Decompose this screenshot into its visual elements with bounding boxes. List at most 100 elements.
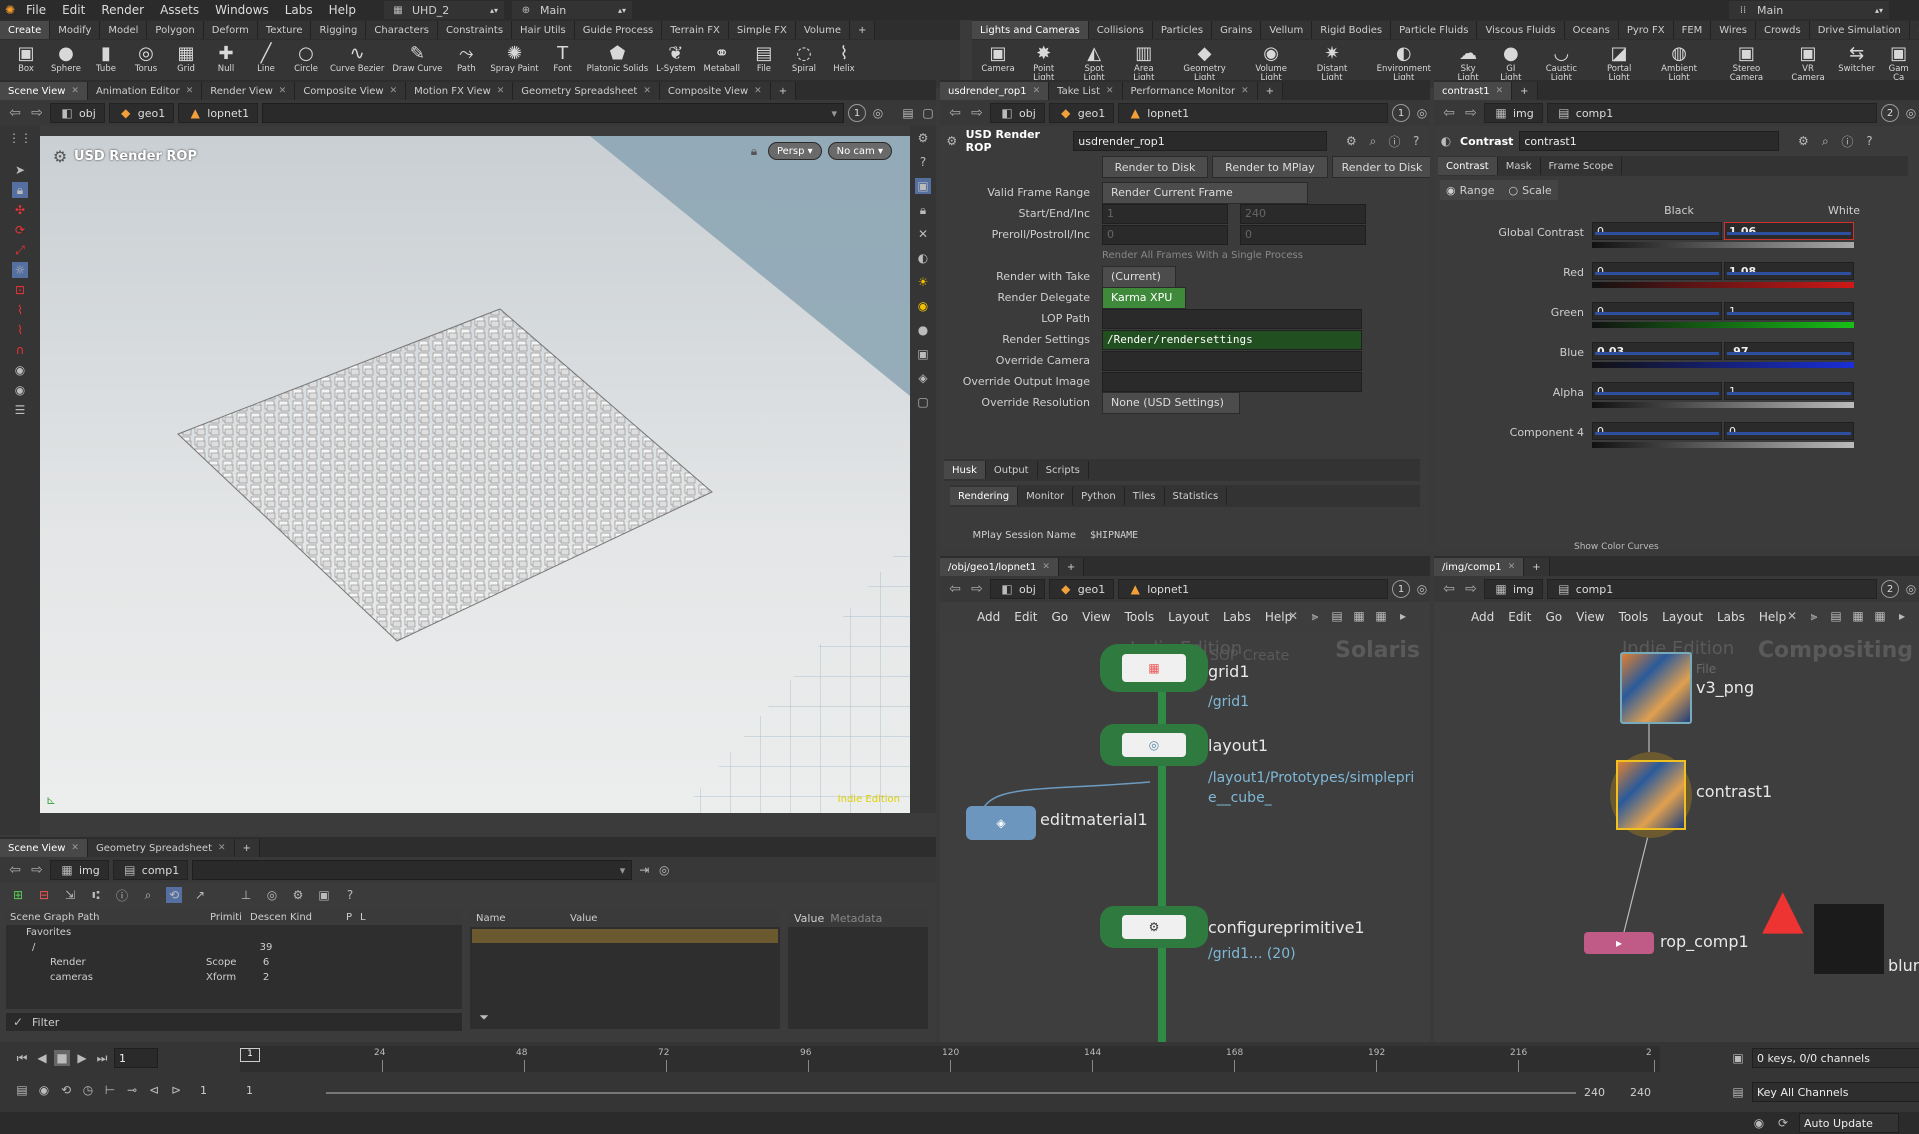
close-icon[interactable]: ✕ [497, 86, 505, 96]
stop-icon[interactable]: ■ [54, 1050, 70, 1066]
tool-torus[interactable]: ◎ Torus [126, 43, 166, 74]
white-slider[interactable] [1727, 432, 1851, 435]
shelf-tab-pyro-fx[interactable]: Pyro FX [1618, 21, 1674, 39]
list-icon[interactable]: ▤ [1828, 608, 1844, 624]
tool-gam-ca[interactable]: ▣ Gam Ca [1878, 43, 1919, 83]
tab-geometry-spreadsheet[interactable]: Geometry Spreadsheet ✕ [87, 839, 235, 857]
clock-icon[interactable]: ◷ [80, 1082, 96, 1098]
tool-font[interactable]: T Font [543, 43, 583, 74]
key-all-channels[interactable]: ▤ Key All Channels [1730, 1082, 1919, 1102]
shelf-tab-polygon[interactable]: Polygon [147, 21, 204, 39]
pin-icon[interactable]: ⇥ [636, 862, 652, 878]
node-blur[interactable] [1814, 904, 1884, 974]
close-icon[interactable]: ✕ [279, 86, 287, 96]
grid-icon[interactable]: ▦ [1351, 608, 1367, 624]
shelf-tab-characters[interactable]: Characters [366, 21, 438, 39]
node-configureprimitive1[interactable]: ⚙ [1100, 906, 1208, 948]
pose-icon[interactable]: ⊡ [12, 282, 28, 298]
compositing-canvas[interactable]: Indie Edition Compositing File v3_png co… [1434, 632, 1919, 1042]
white-field[interactable]: 1.08 [1724, 262, 1854, 280]
tab-scripts[interactable]: Scripts [1037, 461, 1089, 479]
white-slider[interactable] [1727, 312, 1851, 315]
key-icon[interactable]: ▣ [1730, 1050, 1746, 1066]
tab-mask[interactable]: Mask [1497, 157, 1541, 175]
ghost-icon[interactable]: ✕ [915, 226, 931, 242]
path-dropdown[interactable]: ▾ [192, 860, 633, 880]
param-value[interactable]: 0 [1102, 224, 1228, 245]
tool-sphere[interactable]: ● Sphere [46, 43, 86, 74]
black-slider[interactable] [1595, 272, 1719, 275]
paint-icon[interactable]: ⌇ [12, 322, 28, 338]
tool-environment-light[interactable]: ◐ Environment Light [1362, 43, 1445, 83]
shading-icon[interactable]: ◐ [915, 250, 931, 266]
net-menu-labs[interactable]: Labs [1710, 610, 1752, 624]
wrench-icon[interactable]: ✕ [1784, 608, 1800, 624]
tab-output[interactable]: Output [985, 461, 1038, 479]
menu-file[interactable]: File [18, 3, 54, 17]
desktop-selector[interactable]: ▦ UHD_2 ▴▾ [384, 1, 504, 19]
close-icon[interactable]: ✕ [218, 843, 226, 853]
net-menu-edit[interactable]: Edit [1007, 610, 1044, 624]
scale-radio[interactable]: ○ Scale [1508, 184, 1551, 197]
shelf-tab-hair-utils[interactable]: Hair Utils [512, 21, 575, 39]
tool-circle[interactable]: ○ Circle [286, 43, 326, 74]
param-value-2[interactable]: 240 [1240, 203, 1366, 224]
start-frame[interactable]: 1 [200, 1084, 240, 1097]
shelf-tab-constraints[interactable]: Constraints [437, 21, 513, 39]
net-menu-layout[interactable]: Layout [1655, 610, 1710, 624]
tool-sky-light[interactable]: ☁ Sky Light [1445, 43, 1490, 83]
tab-composite-view[interactable]: Composite View ✕ [295, 82, 407, 100]
thumb-icon[interactable]: ▦ [1373, 608, 1389, 624]
tree-row[interactable]: Favorites [6, 925, 462, 940]
tool-spot-light[interactable]: ◭ Spot Light [1069, 43, 1119, 83]
light-toggle-icon[interactable]: ☀ [915, 274, 931, 290]
tool-portal-light[interactable]: ◪ Portal Light [1592, 43, 1646, 83]
col-scene-graph-path[interactable]: Scene Graph Path [6, 912, 206, 923]
tool-null[interactable]: ✚ Null [206, 43, 246, 74]
add-tab-button[interactable]: + [1058, 558, 1085, 576]
path-crumb-geo1[interactable]: ◆ geo1 [108, 103, 175, 123]
path-crumb-geo1[interactable]: ◆ geo1 [1048, 103, 1115, 123]
add-tab-button[interactable]: + [770, 82, 797, 100]
menu-edit[interactable]: Edit [54, 3, 93, 17]
show-color-curves-button[interactable]: Show Color Curves [1574, 542, 1659, 550]
tree-row[interactable]: Render Scope 6 [6, 955, 462, 970]
audio-icon[interactable]: ◉ [36, 1082, 52, 1098]
end-frame[interactable]: 240 [1584, 1086, 1605, 1099]
add-tab-button[interactable]: + [1257, 82, 1284, 100]
tab-composite-view[interactable]: Composite View ✕ [659, 82, 771, 100]
node-v3-png[interactable] [1620, 652, 1692, 724]
col-descen[interactable]: Descen [246, 912, 286, 923]
tree-icon[interactable]: ⫸ [1307, 608, 1323, 624]
tool-file[interactable]: ▤ File [744, 43, 784, 74]
display-options-icon[interactable]: ⚙ [915, 130, 931, 146]
stats-icon[interactable]: ⑆ [88, 887, 104, 903]
shelf-tab-vellum[interactable]: Vellum [1261, 21, 1313, 39]
forward-arrow-icon[interactable]: ⇨ [968, 105, 986, 121]
remove-prim-icon[interactable]: ⊟ [36, 887, 52, 903]
tab-tiles[interactable]: Tiles [1124, 487, 1165, 505]
path-crumb-comp1[interactable]: ▤ comp1 [112, 860, 189, 880]
net-menu-go[interactable]: Go [1538, 610, 1569, 624]
param-value[interactable]: (Current) [1102, 265, 1176, 288]
tool-switcher[interactable]: ⇆ Switcher [1835, 43, 1878, 74]
pin-counter[interactable]: 1 [1392, 104, 1410, 122]
help-icon[interactable]: ◎ [1414, 105, 1430, 121]
param-value[interactable]: Karma XPU [1102, 286, 1186, 309]
path-crumb-img[interactable]: ▦ img [50, 860, 109, 880]
tab-python[interactable]: Python [1073, 487, 1125, 505]
forward-arrow-icon[interactable]: ⇨ [28, 105, 46, 121]
black-slider[interactable] [1595, 352, 1719, 355]
shelf-tab-model[interactable]: Model [100, 21, 148, 39]
net-menu-tools[interactable]: Tools [1612, 610, 1656, 624]
close-icon[interactable]: ✕ [1042, 562, 1050, 572]
shelf-tab-texture[interactable]: Texture [257, 21, 312, 39]
node-rop-comp1[interactable]: ▸ [1584, 932, 1654, 954]
tool-spray-paint[interactable]: ✺ Spray Paint [486, 43, 542, 74]
close-icon[interactable]: ✕ [754, 86, 762, 96]
tool-platonic-solids[interactable]: ⬟ Platonic Solids [583, 43, 653, 74]
menu-assets[interactable]: Assets [152, 3, 207, 17]
grid-icon[interactable]: ▦ [1850, 608, 1866, 624]
param-value[interactable]: Render All Frames With a Single Process [1102, 250, 1303, 261]
menu-help[interactable]: Help [321, 3, 364, 17]
